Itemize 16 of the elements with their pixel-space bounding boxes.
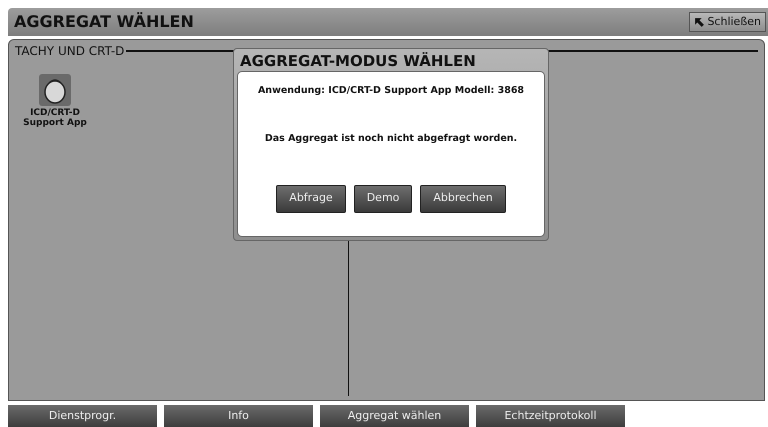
nav-tab[interactable]: Info [164,405,313,427]
close-button[interactable]: Schließen [689,12,766,32]
arrow-icon [694,16,706,28]
screen-title: AGGREGAT WÄHLEN [14,11,194,33]
dialog-message: Das Aggregat ist noch nicht abgefragt worden. [264,132,518,146]
nav-tab[interactable]: Dienstprogr. [8,405,157,427]
dialog-title: AGGREGAT-MODUS WÄHLEN [239,51,477,71]
nav-tab[interactable]: Echtzeitprotokoll [476,405,625,427]
section-title: TACHY UND CRT-D [15,43,124,60]
dialog-button[interactable]: Abbrechen [420,184,506,212]
device-icon[interactable] [39,74,71,106]
app-label: ICD/CRT-D Support App [23,108,87,129]
application-text: Anwendung: ICD/CRT-D Support App Modell: 3868 [258,84,524,98]
dialog-button[interactable]: Abfrage [276,184,346,212]
nav-tab[interactable]: Aggregat wählen [320,405,469,427]
dialog-button[interactable]: Demo [354,184,412,212]
